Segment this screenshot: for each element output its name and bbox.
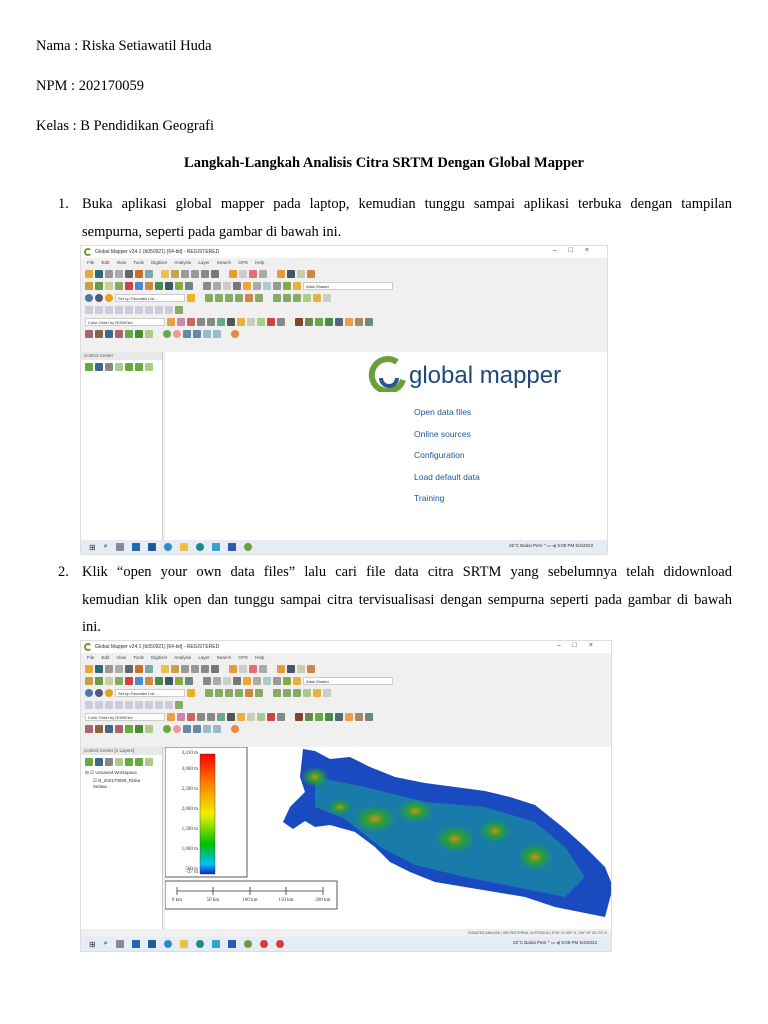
toolbar[interactable]: Set up Favorites List ... [81, 687, 611, 698]
color-order-select[interactable]: Color Order by RGB/Elev [85, 712, 165, 721]
step-number: 2. [58, 564, 69, 580]
control-center-panel[interactable]: Control Center [81, 352, 163, 542]
shader-select[interactable]: Atlas Shader [303, 676, 393, 685]
system-tray[interactable]: 25°C Badai Petir ^ ▭ ◂) 5:08 PM 5/4/2023 [513, 940, 597, 946]
windows-taskbar[interactable]: ⊞ ⌕ 25°C Badai Petir ^ ▭ ◂) 5:08 PM 5/4/2… [81, 937, 611, 951]
scale-label: 100 km [242, 898, 258, 903]
control-center-toolbar[interactable] [81, 361, 162, 372]
toolbar[interactable]: Atlas Shader [81, 280, 607, 291]
scale-label: 50 km [206, 898, 220, 903]
toolbar[interactable]: Color Order by RGB/Elev [81, 711, 611, 722]
open-data-files-link[interactable]: Open data files [414, 407, 471, 417]
menu-bar[interactable]: File Edit View Tools Digitizer Analysis … [81, 653, 611, 662]
start-icon[interactable]: ⊞ [89, 940, 96, 949]
control-center-title: Control Center [81, 352, 162, 360]
step-text: Klik “open your own data files” lalu car… [82, 564, 732, 580]
global-mapper-logo-icon [368, 356, 406, 392]
control-center-toolbar[interactable] [81, 756, 162, 767]
legend-label: 2,500 m [181, 787, 198, 792]
window-controls[interactable]: –□× [557, 642, 605, 649]
start-page: global mapper Open data files Online sou… [165, 352, 607, 542]
toolbar[interactable] [81, 699, 611, 710]
start-icon[interactable]: ⊞ [89, 543, 96, 552]
control-center-title: Control Center [1 Layers] [81, 747, 162, 755]
brand-name: global mapper [409, 362, 562, 389]
legend-label: -27 m [186, 870, 198, 875]
favorites-select[interactable]: Set up Favorites List ... [115, 688, 185, 697]
windows-taskbar[interactable]: ⊞ ⌕ 25°C Badai Petir ^ ▭ ◂) 5:08 PM 5/4/2… [81, 540, 607, 554]
step-number: 1. [58, 196, 69, 212]
color-order-select[interactable]: Color Order by RGB/Elev [85, 317, 165, 326]
screenshot-global-mapper-srtm: Global Mapper v24.1 (b050921) [64-bit] -… [80, 640, 612, 952]
student-name: Nama : Riska Setiawatil Huda [36, 38, 212, 54]
shader-select[interactable]: Atlas Shader [303, 281, 393, 290]
elevation-color-ramp [199, 753, 216, 875]
step-text: sempurna, seperti pada gambar di bawah i… [82, 224, 342, 240]
window-title: Global Mapper v24.1 (b050921) [64-bit] -… [95, 644, 220, 650]
app-logo-icon [84, 248, 92, 256]
toolbar[interactable] [81, 723, 611, 734]
document-title: Langkah-Langkah Analisis Citra SRTM Deng… [184, 155, 584, 171]
status-bar: GOBATED ANALISA | ISB PASTERNA, AUSTRALI… [467, 931, 607, 935]
legend-label: 2,000 m [181, 807, 198, 812]
configuration-link[interactable]: Configuration [414, 450, 465, 460]
window-title-bar: Global Mapper v24.1 (b050921) [64-bit] -… [81, 641, 611, 653]
scale-label: 150 km [278, 898, 294, 903]
toolbar[interactable] [81, 663, 611, 674]
toolbar[interactable]: Atlas Shader [81, 675, 611, 686]
load-default-data-link[interactable]: Load default data [414, 472, 480, 482]
workspace-tree-item[interactable]: ⊟ ☑ Unsaved Workspace [81, 768, 162, 778]
step-text: kemudian klik open dan tunggu sampai cit… [82, 592, 732, 608]
search-icon[interactable]: ⌕ [104, 940, 108, 948]
window-title-bar: Global Mapper v24.1 (b050921) [64-bit] -… [81, 246, 607, 258]
map-view[interactable]: 3,410 m 3,000 m 2,500 m 2,000 m 1,500 m 1,000… [165, 747, 611, 929]
scale-bar-box [165, 880, 338, 910]
layer-tree-item[interactable]: ☑ B_202170059_Riska Setiaw... [81, 778, 162, 789]
control-center-panel[interactable]: Control Center [1 Layers] ⊟ ☑ Unsaved Wo… [81, 747, 163, 929]
step-text: Buka aplikasi global mapper pada laptop,… [82, 196, 732, 212]
system-tray[interactable]: 25°C Badai Petir ^ ▭ ◂) 5:08 PM 5/4/2023 [509, 543, 593, 549]
window-controls[interactable]: –□× [553, 247, 601, 254]
window-title: Global Mapper v24.1 (b050921) [64-bit] -… [95, 249, 220, 255]
legend-label: 3,000 m [181, 767, 198, 772]
toolbar[interactable]: Set up Favorites List ... [81, 292, 607, 303]
srtm-elevation-map[interactable] [165, 747, 612, 931]
student-class: Kelas : B Pendidikan Geografi [36, 118, 214, 134]
student-npm: NPM : 202170059 [36, 78, 144, 94]
toolbar[interactable] [81, 268, 607, 279]
toolbar[interactable]: Color Order by RGB/Elev [81, 316, 607, 327]
scale-label: 0 km [171, 898, 183, 903]
step-text: ini. [82, 619, 101, 635]
legend-label: 3,410 m [181, 751, 198, 756]
online-sources-link[interactable]: Online sources [414, 429, 471, 439]
app-logo-icon [84, 643, 92, 651]
legend-label: 1,000 m [181, 847, 198, 852]
search-icon[interactable]: ⌕ [104, 543, 108, 551]
screenshot-global-mapper-start: Global Mapper v24.1 (b050921) [64-bit] -… [80, 245, 608, 555]
menu-bar[interactable]: File Edit View Tools Digitizer Analysis … [81, 258, 607, 267]
favorites-select[interactable]: Set up Favorites List ... [115, 293, 185, 302]
toolbar[interactable] [81, 328, 607, 339]
scale-label: 200 km [315, 898, 331, 903]
toolbar[interactable] [81, 304, 607, 315]
training-link[interactable]: Training [414, 493, 444, 503]
legend-label: 1,500 m [181, 827, 198, 832]
